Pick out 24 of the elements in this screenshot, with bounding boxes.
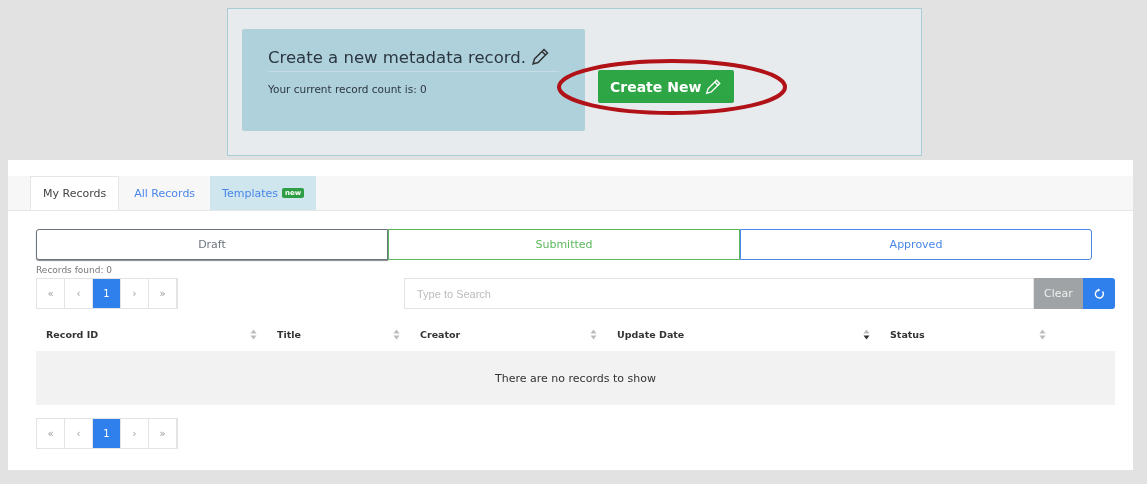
column-header[interactable]: Record ID	[46, 328, 99, 340]
status-filter-button[interactable]: Draft	[36, 229, 388, 260]
page-button[interactable]: 1	[93, 279, 121, 308]
refresh-button[interactable]	[1083, 278, 1115, 309]
empty-message: There are no records to show	[495, 371, 656, 385]
column-header[interactable]: Title	[277, 328, 301, 340]
column-header[interactable]: Status	[890, 328, 925, 340]
intro-title: Create a new metadata record.	[268, 47, 526, 67]
column-header[interactable]: Creator	[420, 328, 461, 340]
search-field[interactable]: Type to Search	[404, 278, 1034, 309]
sort-icon[interactable]	[863, 328, 870, 340]
pencil-icon	[529, 47, 550, 67]
tab[interactable]: My Records	[30, 176, 120, 210]
status-filter-button[interactable]: Approved	[740, 229, 1092, 260]
column-header[interactable]: Update Date	[617, 328, 685, 340]
page-button[interactable]: 1	[93, 419, 121, 448]
record-count-text: Your current record count is: 0	[268, 83, 427, 95]
refresh-icon	[1093, 287, 1105, 300]
clear-button[interactable]: Clear	[1034, 278, 1083, 309]
status-filter-button[interactable]: Submitted	[388, 229, 740, 260]
create-new-button[interactable]: Create New	[598, 70, 735, 103]
records-found-text: Records found: 0	[36, 265, 114, 275]
tab[interactable]: All Records	[122, 176, 208, 210]
pencil-icon	[704, 77, 723, 96]
